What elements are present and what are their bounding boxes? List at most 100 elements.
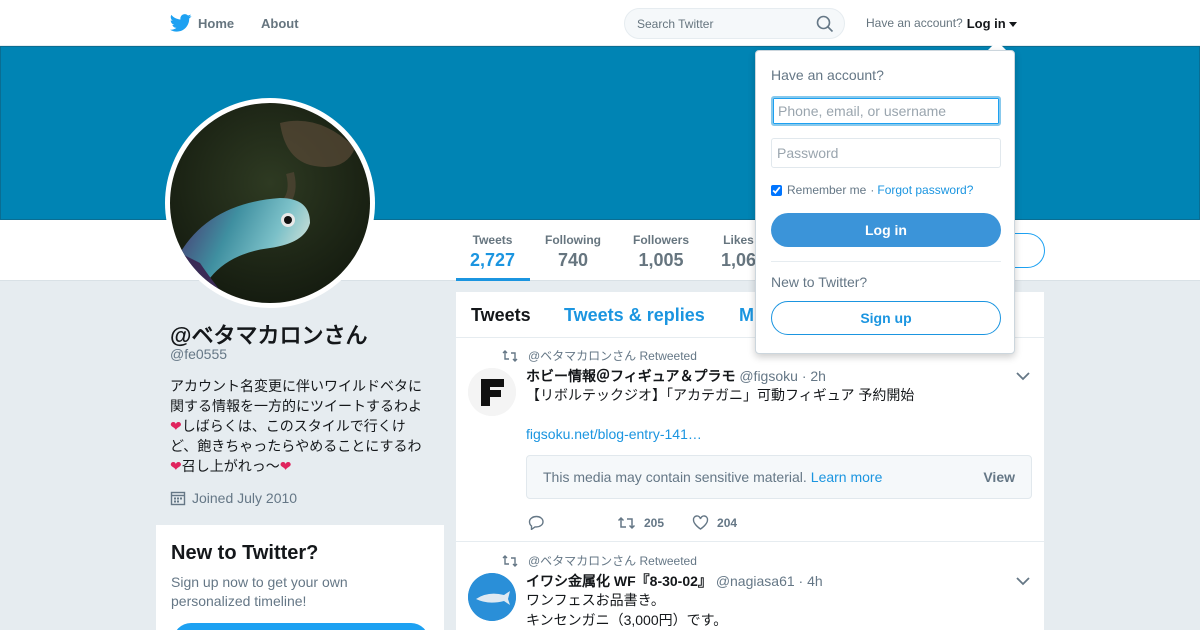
retweet-icon bbox=[502, 349, 518, 362]
have-account-text: Have an account? bbox=[866, 16, 963, 30]
login-button[interactable]: Log in bbox=[771, 213, 1001, 247]
tweet[interactable]: @ベタマカロンさん Retweeted イワシ金属化 WF『8-30-02』 @… bbox=[456, 543, 1044, 630]
tweet-text: ワンフェスお品書き。 キンセンガニ（3,000円）です。 bbox=[526, 590, 727, 630]
bio-line-with-heart: ❤しばらくは、このスタイルで行くけ bbox=[170, 416, 430, 436]
bio-line: 関する情報を一方的にツイートするわよ bbox=[170, 398, 422, 414]
profile-handle[interactable]: @fe0555 bbox=[170, 346, 227, 362]
bio-line-text: しばらくは、このスタイルで行くけ bbox=[181, 418, 406, 434]
tweet-author-handle[interactable]: @figsoku bbox=[739, 368, 798, 384]
heart-icon: ❤ bbox=[170, 418, 182, 434]
nav-home[interactable]: Home bbox=[170, 0, 234, 46]
signup-card-button[interactable] bbox=[173, 623, 429, 630]
tweet-avatar[interactable] bbox=[468, 573, 516, 621]
reply-icon bbox=[528, 515, 544, 530]
chevron-down-icon[interactable] bbox=[1016, 371, 1030, 381]
figsoku-logo-icon bbox=[468, 368, 516, 416]
dropdown-arrow bbox=[988, 41, 1006, 50]
remember-row: Remember me · Forgot password? bbox=[771, 183, 973, 197]
tweet-avatar[interactable] bbox=[468, 368, 516, 416]
retweet-icon bbox=[502, 554, 518, 567]
retweet-context-text: @ベタマカロンさん Retweeted bbox=[528, 349, 697, 363]
stat-value: 740 bbox=[557, 250, 589, 270]
separator-dot: · bbox=[870, 183, 875, 197]
profile-avatar[interactable] bbox=[165, 98, 375, 308]
chevron-down-icon bbox=[1008, 21, 1017, 27]
twitter-bird-icon bbox=[170, 14, 192, 32]
tweet-text-line: キンセンガニ（3,000円）です。 bbox=[526, 612, 728, 628]
stat-following[interactable]: Following 740 bbox=[545, 233, 601, 271]
bio-line-text: 召し上がれっ〜 bbox=[181, 458, 280, 474]
tweet-author-handle[interactable]: @nagiasa61 bbox=[716, 573, 795, 589]
username-field[interactable] bbox=[771, 96, 1001, 126]
retweet-context-text: @ベタマカロンさん Retweeted bbox=[528, 554, 697, 568]
new-to-twitter-card: New to Twitter? Sign up now to get your … bbox=[156, 525, 444, 630]
chevron-down-icon[interactable] bbox=[1016, 576, 1030, 586]
retweet-button[interactable]: 205 bbox=[617, 516, 664, 530]
heart-outline-icon bbox=[692, 515, 709, 530]
top-navigation-bar: Home About Search Twitter Have an accoun… bbox=[0, 0, 1200, 46]
avatar-image bbox=[170, 103, 370, 303]
joined-date: Joined July 2010 bbox=[170, 490, 297, 506]
bio-line-with-hearts: ❤召し上がれっ〜❤ bbox=[170, 456, 430, 476]
tweet-text: 【リボルテックジオ】「アカテガニ」可動フィギュア 予約開始 bbox=[526, 387, 915, 403]
profile-bio: アカウント名変更に伴いワイルドベタに 関する情報を一方的にツイートするわよ ❤し… bbox=[170, 376, 430, 476]
stat-label: Following bbox=[545, 233, 601, 247]
tweet-text-line: ワンフェスお品書き。 bbox=[526, 592, 665, 608]
stat-value: 1,06 bbox=[721, 250, 757, 270]
stat-followers[interactable]: Followers 1,005 bbox=[633, 233, 689, 271]
stat-label: Likes bbox=[723, 233, 754, 247]
stat-likes[interactable]: Likes 1,06 bbox=[721, 233, 756, 271]
retweet-context: @ベタマカロンさん Retweeted bbox=[502, 347, 697, 364]
tweet-actions: 205 204 bbox=[528, 515, 765, 530]
view-media-button[interactable]: View bbox=[983, 469, 1015, 485]
heart-icon: ❤ bbox=[279, 458, 292, 474]
like-count: 204 bbox=[717, 515, 738, 530]
retweet-icon bbox=[617, 516, 636, 529]
login-dropdown-title: Have an account? bbox=[771, 67, 884, 83]
tab-media[interactable]: M bbox=[739, 305, 754, 326]
betta-fish-photo bbox=[170, 103, 370, 303]
dropdown-divider bbox=[771, 261, 1001, 262]
calendar-icon bbox=[170, 491, 186, 506]
tweet-time[interactable]: · 2h bbox=[802, 368, 826, 384]
heart-icon: ❤ bbox=[170, 458, 182, 474]
reply-button[interactable] bbox=[528, 515, 553, 530]
tab-tweets-replies[interactable]: Tweets & replies bbox=[564, 305, 705, 326]
stat-label: Followers bbox=[633, 233, 690, 247]
login-dropdown: Have an account? Remember me · Forgot pa… bbox=[755, 50, 1015, 354]
forgot-password-link[interactable]: Forgot password? bbox=[877, 183, 973, 197]
search-placeholder: Search Twitter bbox=[637, 16, 714, 31]
search-icon[interactable] bbox=[816, 15, 834, 33]
bio-line: ど、飽きちゃったらやめることにするわ bbox=[170, 438, 422, 454]
nav-about[interactable]: About bbox=[261, 0, 299, 46]
password-field[interactable] bbox=[771, 138, 1001, 168]
login-dropdown-toggle[interactable]: Log in bbox=[967, 16, 1017, 31]
like-button[interactable]: 204 bbox=[692, 515, 737, 530]
learn-more-link[interactable]: Learn more bbox=[811, 469, 883, 485]
stat-tweets[interactable]: Tweets 2,727 bbox=[470, 233, 515, 271]
stat-value: 2,727 bbox=[470, 250, 516, 270]
signup-button[interactable]: Sign up bbox=[771, 301, 1001, 335]
bio-line: アカウント名変更に伴いワイルドベタに bbox=[170, 378, 422, 394]
sensitive-media-notice: This media may contain sensitive materia… bbox=[526, 455, 1032, 499]
new-card-subtitle-line: personalized timeline! bbox=[171, 593, 307, 609]
tweet-author-name[interactable]: イワシ金属化 WF『8-30-02』 bbox=[526, 573, 712, 589]
remember-me-label[interactable]: Remember me bbox=[787, 183, 866, 197]
joined-text: Joined July 2010 bbox=[192, 490, 298, 506]
sardine-logo-icon bbox=[468, 573, 516, 621]
tweet-header: イワシ金属化 WF『8-30-02』 @nagiasa61 · 4h bbox=[526, 571, 823, 591]
search-input[interactable]: Search Twitter bbox=[624, 8, 845, 39]
new-card-subtitle: Sign up now to get your own personalized… bbox=[171, 573, 429, 611]
tweet-author-name[interactable]: ホビー情報＠フィギュア＆プラモ bbox=[526, 368, 735, 384]
tweet[interactable]: @ベタマカロンさん Retweeted ホビー情報＠フィギュア＆プラモ @fig… bbox=[456, 339, 1044, 542]
nav-home-label: Home bbox=[198, 15, 235, 31]
sensitive-text: This media may contain sensitive materia… bbox=[543, 469, 807, 485]
tweet-time[interactable]: · 4h bbox=[799, 573, 823, 589]
remember-me-checkbox[interactable] bbox=[771, 184, 782, 196]
tweet-header: ホビー情報＠フィギュア＆プラモ @figsoku · 2h bbox=[526, 366, 826, 386]
new-card-title: New to Twitter? bbox=[171, 542, 319, 564]
tweet-link[interactable]: figsoku.net/blog-entry-141… bbox=[526, 426, 702, 442]
new-card-subtitle-line: Sign up now to get your own bbox=[171, 574, 348, 590]
login-toggle-label: Log in bbox=[966, 15, 1006, 31]
tab-tweets[interactable]: Tweets bbox=[471, 305, 531, 326]
